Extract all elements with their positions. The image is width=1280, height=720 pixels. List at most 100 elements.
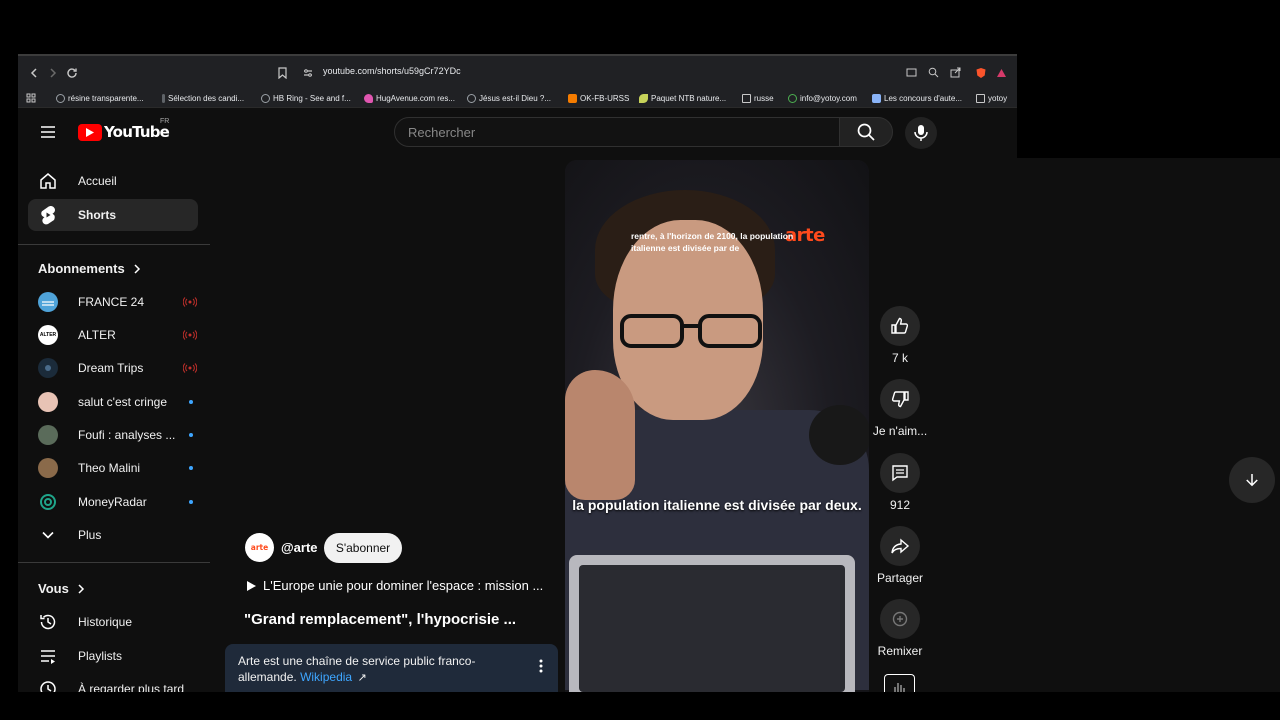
short-title[interactable]: "Grand remplacement", l'hypocrisie ...: [244, 611, 516, 628]
hamburger-icon: [41, 126, 55, 138]
chevron-right-icon: [134, 263, 140, 274]
audio-track-button[interactable]: [884, 674, 915, 692]
heart-icon: [364, 93, 373, 103]
subscription-dream-trips[interactable]: Dream Trips: [28, 352, 198, 384]
new-content-dot: [189, 500, 193, 504]
cast-button[interactable]: [905, 66, 918, 79]
plant-icon: [639, 93, 648, 103]
bookmark-item[interactable]: Les concours d'aute...: [872, 91, 962, 105]
page-icon: [162, 93, 165, 103]
brave-rewards-button[interactable]: [995, 66, 1008, 79]
search-icon: [857, 123, 875, 141]
share-button[interactable]: Partager: [873, 526, 927, 585]
kebab-menu-icon: [539, 659, 543, 673]
logo-wordmark: YouTube: [104, 123, 170, 141]
chevron-down-icon: [38, 525, 58, 545]
subscription-moneyradar[interactable]: MoneyRadar: [28, 486, 198, 518]
bookmark-folder[interactable]: russe: [742, 91, 774, 105]
channel-handle[interactable]: @arte: [281, 540, 318, 555]
info-panel: Arte est une chaîne de service public fr…: [225, 644, 558, 692]
home-icon: [38, 171, 58, 191]
subscription-alter[interactable]: ALTER ALTER: [28, 319, 198, 351]
address-bar[interactable]: youtube.com/shorts/u59gCr72YDc: [323, 66, 461, 76]
sidebar-item-playlists[interactable]: Playlists: [28, 640, 198, 672]
bookmark-item[interactable]: OK-FB-URSS: [568, 91, 629, 105]
overlay-caption: rentre, à l'horizon de 2100, la populati…: [631, 231, 794, 253]
sidebar-item-home[interactable]: Accueil: [28, 165, 198, 197]
sidebar-divider: [18, 562, 210, 563]
cast-icon: [906, 68, 917, 76]
ok-icon: [568, 93, 577, 103]
remix-button[interactable]: Remixer: [873, 599, 927, 658]
bookmark-item[interactable]: Sélection des candi...: [162, 91, 244, 105]
avatar: [38, 458, 58, 478]
bookmark-item[interactable]: HugAvenue.com res...: [364, 91, 455, 105]
bookmark-item[interactable]: Paquet NTB nature...: [639, 91, 726, 105]
shorts-icon: [38, 205, 58, 225]
more-options-button[interactable]: [534, 657, 548, 675]
bookmark-item[interactable]: Jésus est-il Dieu ?...: [467, 91, 551, 105]
comments-button[interactable]: 912: [873, 453, 927, 512]
related-video-link[interactable]: L'Europe unie pour dominer l'espace : mi…: [246, 578, 543, 593]
wikipedia-link[interactable]: Wikipedia: [300, 670, 352, 684]
sidebar-item-history[interactable]: Historique: [28, 606, 198, 638]
bookmark-item[interactable]: info@yotoy.com: [788, 91, 857, 105]
dislike-button[interactable]: Je n'aim...: [873, 379, 927, 438]
playlists-icon: [38, 646, 58, 666]
bookmark-folder[interactable]: yotoy: [976, 91, 1007, 105]
bookmark-page-button[interactable]: [274, 65, 290, 81]
you-header[interactable]: Vous: [38, 581, 87, 596]
chevron-left-icon: [30, 68, 37, 78]
zoom-icon: [928, 67, 939, 78]
subscription-foufi[interactable]: Foufi : analyses ...: [28, 419, 198, 451]
new-content-dot: [189, 400, 193, 404]
apps-grid-icon: [26, 93, 36, 103]
bookmark-item[interactable]: résine transparente...: [56, 91, 144, 105]
subscriptions-header[interactable]: Abonnements: [38, 261, 143, 276]
share-page-button[interactable]: [949, 66, 962, 79]
back-button[interactable]: [26, 65, 42, 81]
sidebar-item-watch-later[interactable]: À regarder plus tard: [28, 673, 198, 692]
short-video-player[interactable]: arte rentre, à l'horizon de 2100, la pop…: [565, 160, 869, 692]
youtube-logo[interactable]: YouTube: [78, 122, 170, 142]
like-button[interactable]: 7 k: [873, 306, 927, 365]
sidebar-show-more[interactable]: Plus: [28, 519, 198, 551]
bookmarks-bar: résine transparente... Sélection des can…: [18, 88, 1017, 108]
subscribe-button[interactable]: S'abonner: [324, 533, 402, 563]
share-arrow-icon: [891, 538, 910, 554]
globe-icon: [261, 93, 270, 103]
voice-search-button[interactable]: [905, 117, 937, 149]
subscription-theo-malini[interactable]: Theo Malini: [28, 452, 198, 484]
folder-icon: [742, 93, 751, 103]
apps-button[interactable]: [26, 91, 36, 105]
browser-toolbar: youtube.com/shorts/u59gCr72YDc: [18, 54, 1017, 88]
subscription-salut-cest-cringe[interactable]: salut c'est cringe: [28, 386, 198, 418]
subscription-france-24[interactable]: FRANCE 24: [28, 286, 198, 318]
external-link-icon: ↗: [357, 672, 367, 684]
thumbs-up-icon: [891, 317, 909, 334]
remix-icon: [892, 611, 908, 627]
chevron-right-icon: [78, 583, 84, 594]
play-logo-icon: [78, 123, 102, 141]
search-button[interactable]: [839, 117, 893, 147]
avatar: ALTER: [38, 325, 58, 345]
avatar: [38, 392, 58, 412]
next-short-button[interactable]: [1229, 457, 1275, 503]
sidebar-item-shorts[interactable]: Shorts: [28, 199, 198, 231]
comment-icon: [892, 465, 908, 482]
avatar: [38, 425, 58, 445]
channel-avatar[interactable]: arte: [245, 533, 274, 562]
site-settings-button[interactable]: [300, 65, 316, 81]
tune-icon: [304, 69, 312, 77]
live-icon: [183, 363, 197, 373]
brave-shields-button[interactable]: [974, 66, 987, 79]
forward-button[interactable]: [45, 65, 61, 81]
bookmark-item[interactable]: HB Ring - See and f...: [261, 91, 351, 105]
search-input[interactable]: Rechercher: [394, 117, 840, 147]
share-icon: [950, 67, 961, 78]
zoom-button[interactable]: [927, 66, 940, 79]
guide-menu-button[interactable]: [38, 122, 58, 142]
shield-icon: [976, 67, 985, 78]
reload-icon: [67, 68, 77, 78]
reload-button[interactable]: [64, 65, 80, 81]
